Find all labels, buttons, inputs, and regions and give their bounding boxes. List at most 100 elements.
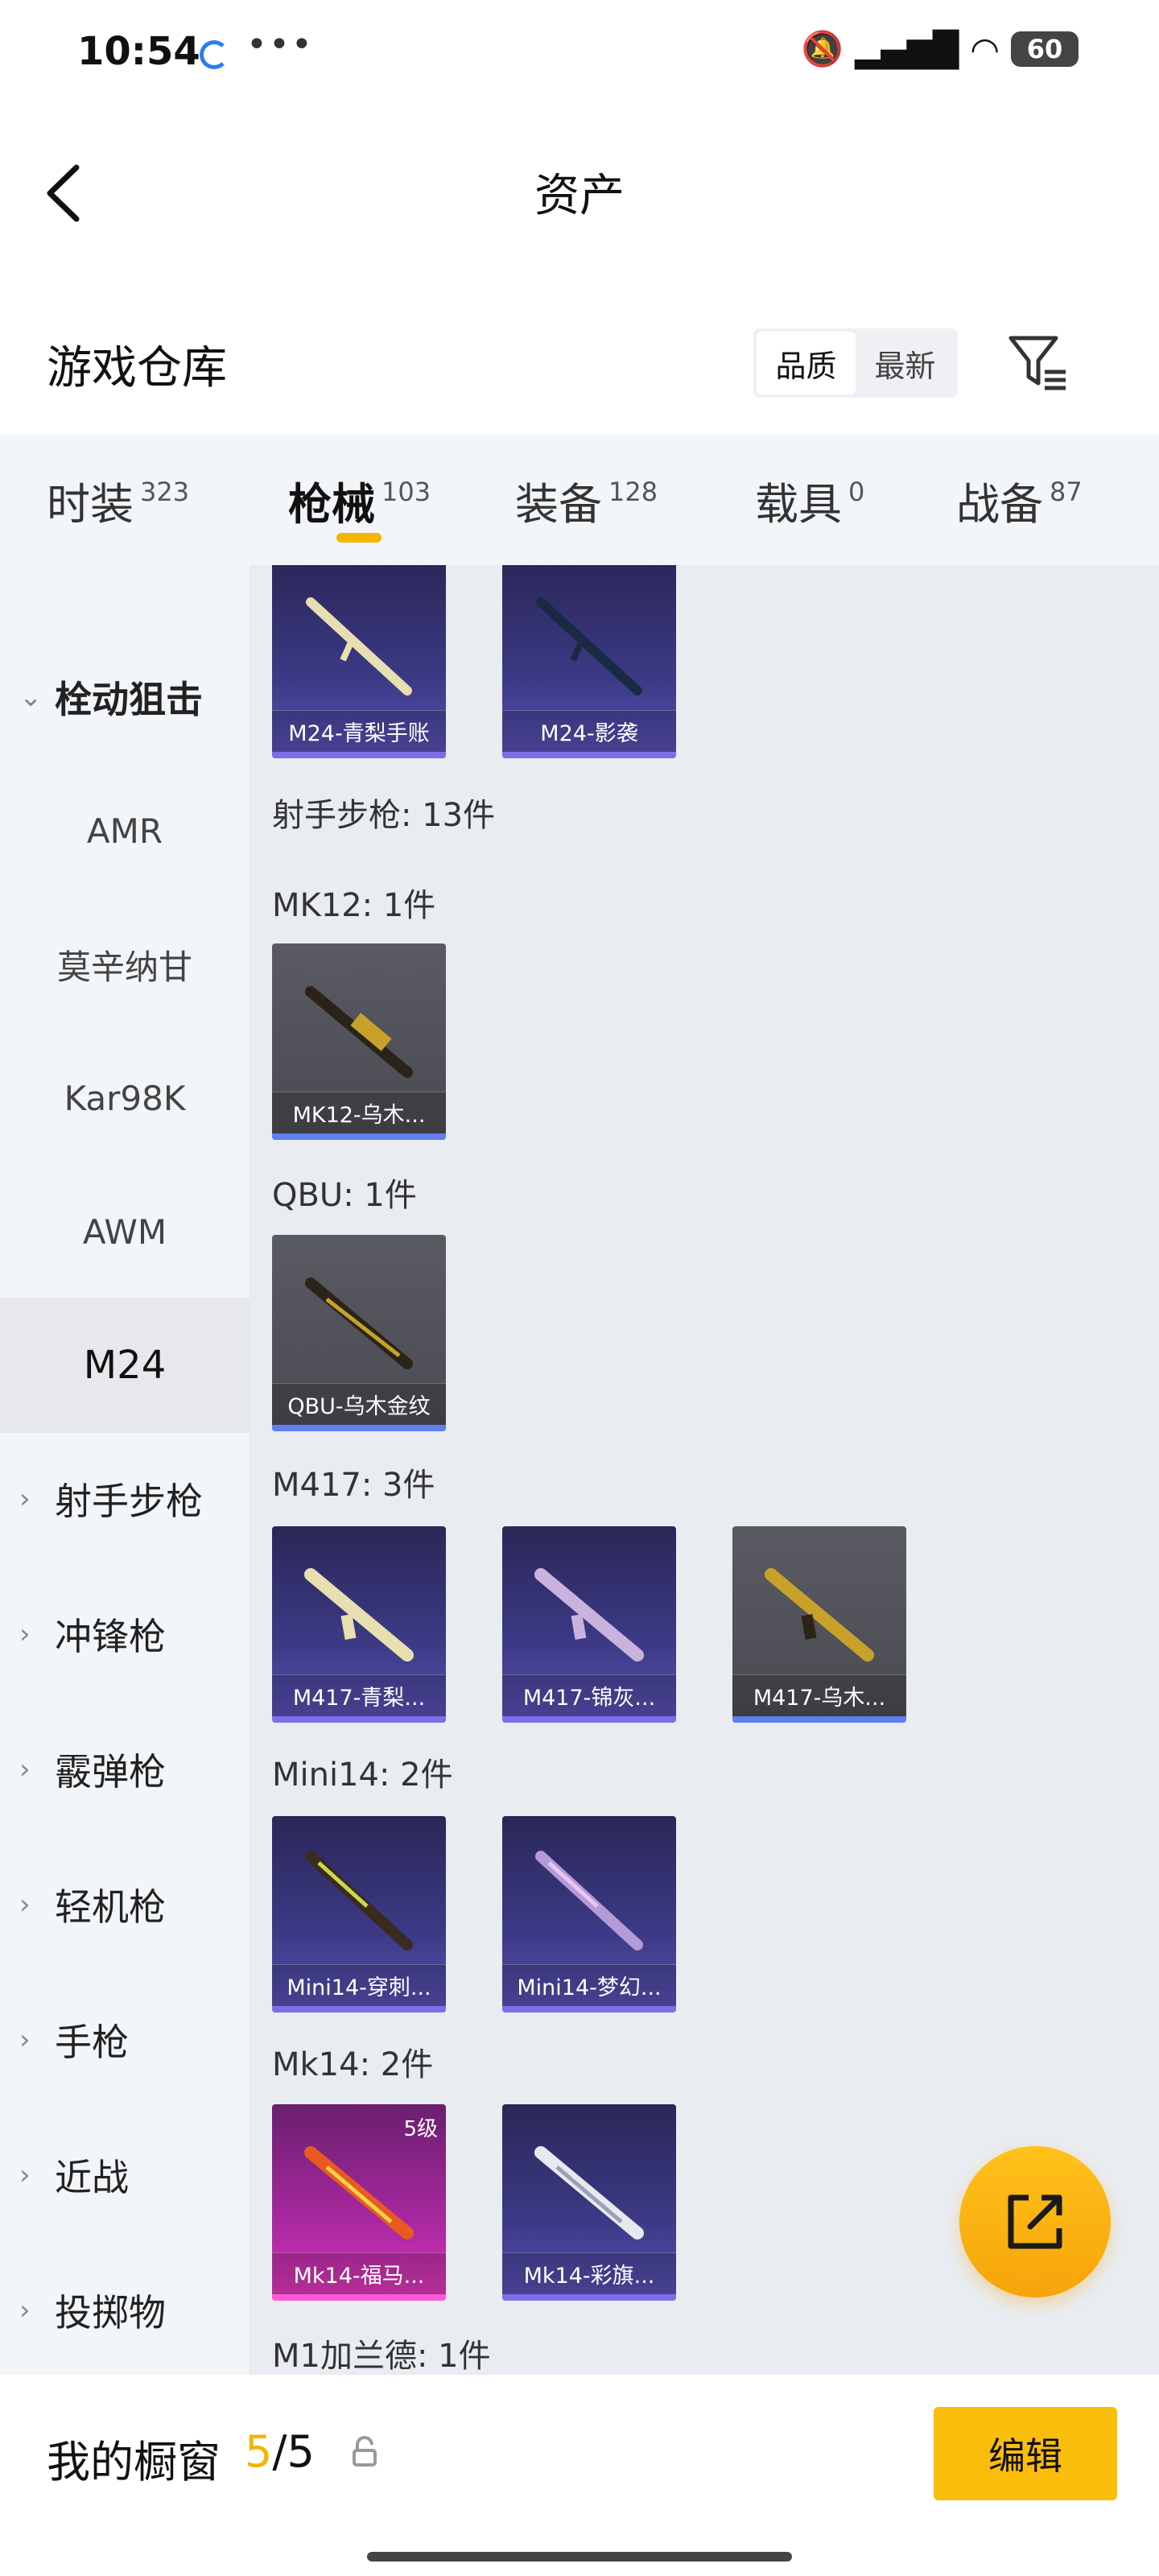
item-name: M417-青梨... (272, 1674, 446, 1716)
tab-equipment[interactable]: 装备 128 (515, 435, 716, 565)
page-title: 资产 (534, 170, 625, 222)
tab-count: 103 (382, 477, 431, 507)
item-card[interactable]: QBU-乌木金纹 (272, 1235, 446, 1431)
sync-icon (200, 40, 229, 69)
rarity-bar (272, 1425, 446, 1431)
rarity-bar (732, 1716, 906, 1723)
item-name: M24-青梨手账 (272, 710, 446, 752)
section-title: Mk14: 2件 (272, 2046, 434, 2083)
item-card[interactable]: M417-锦灰... (502, 1526, 676, 1723)
external-link-icon (1008, 2194, 1062, 2249)
nav-item-awm[interactable]: AWM (0, 1164, 250, 1299)
section-title: 射手步枪: 13件 (272, 797, 496, 834)
tab-label: 时装 (47, 478, 134, 530)
rifle-icon (305, 1851, 413, 1951)
nav-group-pistol[interactable]: › 手枪 (0, 1972, 250, 2107)
nav-group-label: 霰弹枪 (55, 1750, 166, 1794)
nav-group-lmg[interactable]: › 轻机枪 (0, 1837, 250, 1972)
tab-count: 87 (1050, 477, 1083, 507)
rifle-icon (306, 597, 412, 696)
item-name: Mk14-福马... (272, 2252, 446, 2294)
showcase-bar: 我的橱窗 5/5 编辑 (0, 2375, 1159, 2576)
tab-label: 战备 (956, 478, 1043, 530)
tab-firearms[interactable]: 枪械 103 (288, 435, 473, 565)
section-title: QBU: 1件 (272, 1177, 417, 1214)
filter-icon[interactable] (1006, 332, 1070, 396)
item-card[interactable]: M417-青梨... (272, 1526, 446, 1723)
showcase-title: 我的橱窗 (47, 2437, 221, 2487)
rifle-icon (536, 597, 642, 696)
chevron-right-icon: › (19, 1889, 31, 1921)
item-card[interactable]: Mini14-穿刺... (272, 1816, 446, 2013)
tab-label: 枪械 (288, 478, 375, 530)
nav-group-label: 手枪 (55, 2021, 129, 2064)
rifle-icon (534, 1568, 644, 1662)
tab-fashion[interactable]: 时装 323 (47, 435, 240, 565)
nav-item-m24[interactable]: M24 (0, 1298, 250, 1433)
rarity-bar (272, 752, 446, 758)
item-card[interactable]: MK12-乌木... (272, 943, 446, 1140)
nav-group-shotgun[interactable]: › 霰弹枪 (0, 1702, 250, 1837)
nav-group-label: 冲锋枪 (55, 1615, 166, 1658)
share-fab-button[interactable] (959, 2146, 1111, 2297)
tab-active-indicator (336, 533, 382, 543)
item-card[interactable]: M24-青梨手账 (272, 565, 446, 758)
warehouse-header: 游戏仓库 品质 最新 (0, 314, 1159, 411)
sort-quality-button[interactable]: 品质 (757, 332, 856, 394)
category-tabs: 时装 323 枪械 103 装备 128 载具 0 战备 87 (0, 435, 1159, 565)
tab-battle-gear[interactable]: 战备 87 (956, 435, 1133, 565)
status-icons: 🔕 ▂▄▆█ ◠ 60 (802, 29, 1079, 69)
nav-group-label: 近战 (55, 2156, 129, 2199)
nav-item-amr[interactable]: AMR (0, 763, 250, 898)
chevron-right-icon: › (19, 2159, 31, 2191)
item-card[interactable]: Mk14-彩旗... (502, 2104, 676, 2301)
nav-item-label: AMR (86, 811, 163, 851)
item-card[interactable]: M417-乌木... (732, 1526, 906, 1723)
nav-group-smg[interactable]: › 冲锋枪 (0, 1567, 250, 1702)
chevron-down-icon: ⌄ (19, 681, 43, 713)
edit-button[interactable]: 编辑 (934, 2407, 1117, 2500)
section-title: MK12: 1件 (272, 887, 436, 924)
nav-group-melee[interactable]: › 近战 (0, 2107, 250, 2243)
item-card[interactable]: M24-影袭 (502, 565, 676, 758)
item-name: M417-乌木... (732, 1674, 906, 1716)
item-name: QBU-乌木金纹 (272, 1383, 446, 1425)
home-indicator (367, 2552, 792, 2562)
nav-group-label: 射手步枪 (55, 1480, 203, 1523)
rifle-icon (304, 1568, 414, 1662)
item-name: MK12-乌木... (272, 1092, 446, 1133)
item-card[interactable]: Mini14-梦幻... (502, 1816, 676, 2013)
rifle-icon (305, 1278, 413, 1369)
wifi-icon: ◠ (970, 29, 1000, 69)
rarity-bar (502, 2294, 676, 2301)
page-header: 资产 (0, 137, 1159, 242)
rarity-bar (272, 2294, 446, 2301)
nav-group-label: 栓动狙击 (55, 678, 203, 721)
nav-group-throwable[interactable]: › 投掷物 (0, 2243, 250, 2378)
sort-newest-button[interactable]: 最新 (856, 332, 955, 394)
item-name: Mk14-彩旗... (502, 2252, 676, 2294)
more-dots-icon: ••• (246, 24, 314, 65)
weapon-category-nav: ⌄ 栓动狙击 AMR 莫辛纳甘 Kar98K AWM M24 › 射手步枪 › … (0, 565, 250, 2375)
item-name: M417-锦灰... (502, 1674, 676, 1716)
rarity-bar (502, 1716, 676, 1723)
nav-item-label: Kar98K (64, 1078, 186, 1118)
item-card[interactable]: 5级 Mk14-福马... (272, 2104, 446, 2301)
nav-group-marksman[interactable]: › 射手步枪 (0, 1431, 250, 1567)
nav-group-bolt-action[interactable]: ⌄ 栓动狙击 (0, 630, 250, 765)
status-bar: 10:54 ••• 🔕 ▂▄▆█ ◠ 60 (0, 0, 1159, 105)
item-name: Mini14-穿刺... (272, 1964, 446, 2006)
rifle-icon (535, 1851, 643, 1951)
tab-count: 0 (848, 477, 865, 507)
nav-item-label: 莫辛纳甘 (56, 947, 192, 987)
showcase-count: 5/5 (245, 2426, 315, 2477)
nav-item-kar98k[interactable]: Kar98K (0, 1030, 250, 1166)
lock-icon (353, 2436, 377, 2467)
section-title: M417: 3件 (272, 1467, 435, 1504)
tab-label: 装备 (515, 478, 602, 530)
rarity-bar (502, 2006, 676, 2013)
chevron-right-icon: › (19, 1753, 31, 1785)
tab-vehicles[interactable]: 载具 0 (755, 435, 916, 565)
nav-item-mosin[interactable]: 莫辛纳甘 (0, 897, 250, 1032)
rifle-icon (534, 2146, 644, 2240)
